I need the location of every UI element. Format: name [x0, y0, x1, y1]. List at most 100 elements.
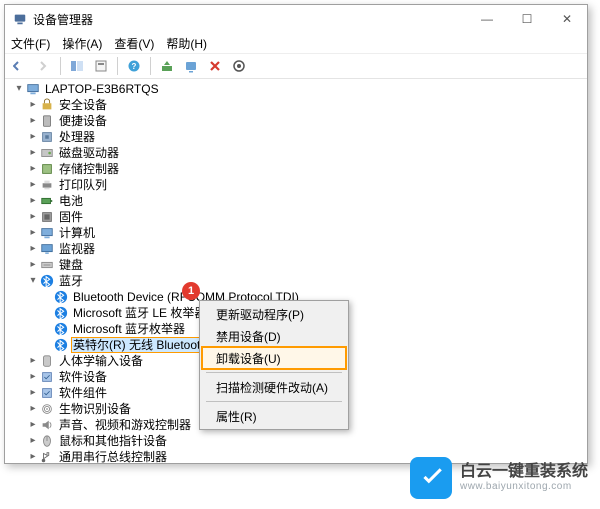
tree-category[interactable]: ▸便捷设备: [13, 113, 587, 129]
watermark-url: www.baiyunxitong.com: [460, 481, 588, 493]
firmware-icon: [39, 210, 55, 224]
expand-icon[interactable]: ▸: [27, 417, 39, 433]
minimize-button[interactable]: —: [467, 5, 507, 33]
hid-icon: [39, 354, 55, 368]
ctx-update-driver[interactable]: 更新驱动程序(P): [202, 303, 346, 325]
tree-category[interactable]: ▸ 存储控制器: [13, 161, 587, 177]
tree-category[interactable]: ▸固件: [13, 209, 587, 225]
ctx-disable-device[interactable]: 禁用设备(D): [202, 325, 346, 347]
menu-view[interactable]: 查看(V): [114, 35, 154, 52]
titlebar: 设备管理器 — ☐ ✕: [5, 5, 587, 33]
expand-icon[interactable]: ▸: [27, 129, 39, 145]
keyboard-icon: [39, 258, 55, 272]
ctx-scan-hardware[interactable]: 扫描检测硬件改动(A): [202, 376, 346, 398]
annotation-badge-1: 1: [182, 282, 200, 300]
expand-icon[interactable]: ▸: [27, 401, 39, 417]
category-label: 软件组件: [57, 385, 109, 401]
expand-icon[interactable]: ▸: [27, 449, 39, 463]
nav-back-button[interactable]: [9, 55, 31, 77]
tree-category[interactable]: ▸ 鼠标和其他指针设备: [13, 433, 587, 449]
category-label: 计算机: [57, 225, 97, 241]
device-label: Microsoft 蓝牙 LE 枚举器: [71, 305, 208, 321]
uninstall-button[interactable]: [204, 55, 226, 77]
root-label: LAPTOP-E3B6RTQS: [43, 81, 161, 97]
expand-icon[interactable]: ▸: [27, 145, 39, 161]
category-label: 声音、视频和游戏控制器: [57, 417, 193, 433]
expand-icon[interactable]: ▸: [27, 353, 39, 369]
computer-icon: [25, 82, 41, 96]
svg-text:?: ?: [132, 62, 137, 71]
category-label: 鼠标和其他指针设备: [57, 433, 169, 449]
help-button[interactable]: ?: [123, 55, 145, 77]
bluetooth-icon: [53, 290, 69, 304]
device-icon: [39, 114, 55, 128]
tree-category[interactable]: ▸ 电池: [13, 193, 587, 209]
tree-category[interactable]: ▸ 键盘: [13, 257, 587, 273]
expand-icon[interactable]: ▸: [27, 385, 39, 401]
monitor-icon: [39, 242, 55, 256]
expand-icon[interactable]: ▸: [27, 113, 39, 129]
category-label: 电池: [57, 193, 85, 209]
category-label: 监视器: [57, 241, 97, 257]
bluetooth-icon: [39, 274, 55, 288]
scan-hardware-button[interactable]: [180, 55, 202, 77]
ctx-separator: [206, 372, 342, 373]
expand-icon[interactable]: ▸: [27, 257, 39, 273]
collapse-icon[interactable]: ▾: [27, 273, 39, 289]
disable-button[interactable]: [228, 55, 250, 77]
nav-forward-button[interactable]: [33, 55, 55, 77]
expand-icon[interactable]: ▸: [27, 193, 39, 209]
toolbar-separator: [117, 57, 118, 75]
window-title: 设备管理器: [33, 11, 467, 28]
bluetooth-icon: [53, 306, 69, 320]
software-icon: [39, 386, 55, 400]
tree-category[interactable]: ▸ 磁盘驱动器: [13, 145, 587, 161]
expand-icon[interactable]: ▸: [27, 177, 39, 193]
category-label: 键盘: [57, 257, 85, 273]
computer-icon: [39, 226, 55, 240]
properties-button[interactable]: [90, 55, 112, 77]
tree-category[interactable]: ▸安全设备: [13, 97, 587, 113]
toolbar-separator: [60, 57, 61, 75]
tree-root-node[interactable]: ▾ LAPTOP-E3B6RTQS: [13, 81, 587, 97]
expand-icon[interactable]: ▸: [27, 161, 39, 177]
close-button[interactable]: ✕: [547, 5, 587, 33]
expand-icon[interactable]: ▸: [27, 225, 39, 241]
security-icon: [39, 98, 55, 112]
maximize-button[interactable]: ☐: [507, 5, 547, 33]
cpu-icon: [39, 130, 55, 144]
printer-icon: [39, 178, 55, 192]
bluetooth-icon: [53, 338, 69, 352]
watermark: 白云一键重装系统 www.baiyunxitong.com: [410, 457, 588, 499]
ctx-uninstall-device[interactable]: 卸载设备(U): [202, 347, 346, 369]
expand-icon[interactable]: ▸: [27, 369, 39, 385]
storage-icon: [39, 162, 55, 176]
expand-icon[interactable]: ▸: [27, 433, 39, 449]
menu-file[interactable]: 文件(F): [11, 35, 50, 52]
show-hide-tree-button[interactable]: [66, 55, 88, 77]
tree-category-bluetooth[interactable]: ▾ 蓝牙: [13, 273, 587, 289]
category-label: 生物识别设备: [57, 401, 133, 417]
tree-category[interactable]: ▸ 监视器: [13, 241, 587, 257]
update-driver-button[interactable]: [156, 55, 178, 77]
ctx-properties[interactable]: 属性(R): [202, 405, 346, 427]
category-label: 处理器: [57, 129, 97, 145]
context-menu: 更新驱动程序(P) 禁用设备(D) 卸载设备(U) 扫描检测硬件改动(A) 属性…: [199, 300, 349, 430]
expand-icon[interactable]: ▸: [27, 241, 39, 257]
tree-category[interactable]: ▸ 计算机: [13, 225, 587, 241]
category-label: 存储控制器: [57, 161, 121, 177]
collapse-icon[interactable]: ▾: [13, 81, 25, 97]
tree-category[interactable]: ▸打印队列: [13, 177, 587, 193]
expand-icon[interactable]: ▸: [27, 209, 39, 225]
tree-category[interactable]: ▸ 处理器: [13, 129, 587, 145]
menu-action[interactable]: 操作(A): [62, 35, 102, 52]
watermark-title: 白云一键重装系统: [460, 463, 588, 481]
menu-help[interactable]: 帮助(H): [166, 35, 207, 52]
menubar: 文件(F) 操作(A) 查看(V) 帮助(H): [5, 33, 587, 53]
ctx-separator: [206, 401, 342, 402]
battery-icon: [39, 194, 55, 208]
app-icon: [13, 12, 27, 26]
expand-icon[interactable]: ▸: [27, 97, 39, 113]
fingerprint-icon: [39, 402, 55, 416]
category-label: 磁盘驱动器: [57, 145, 121, 161]
